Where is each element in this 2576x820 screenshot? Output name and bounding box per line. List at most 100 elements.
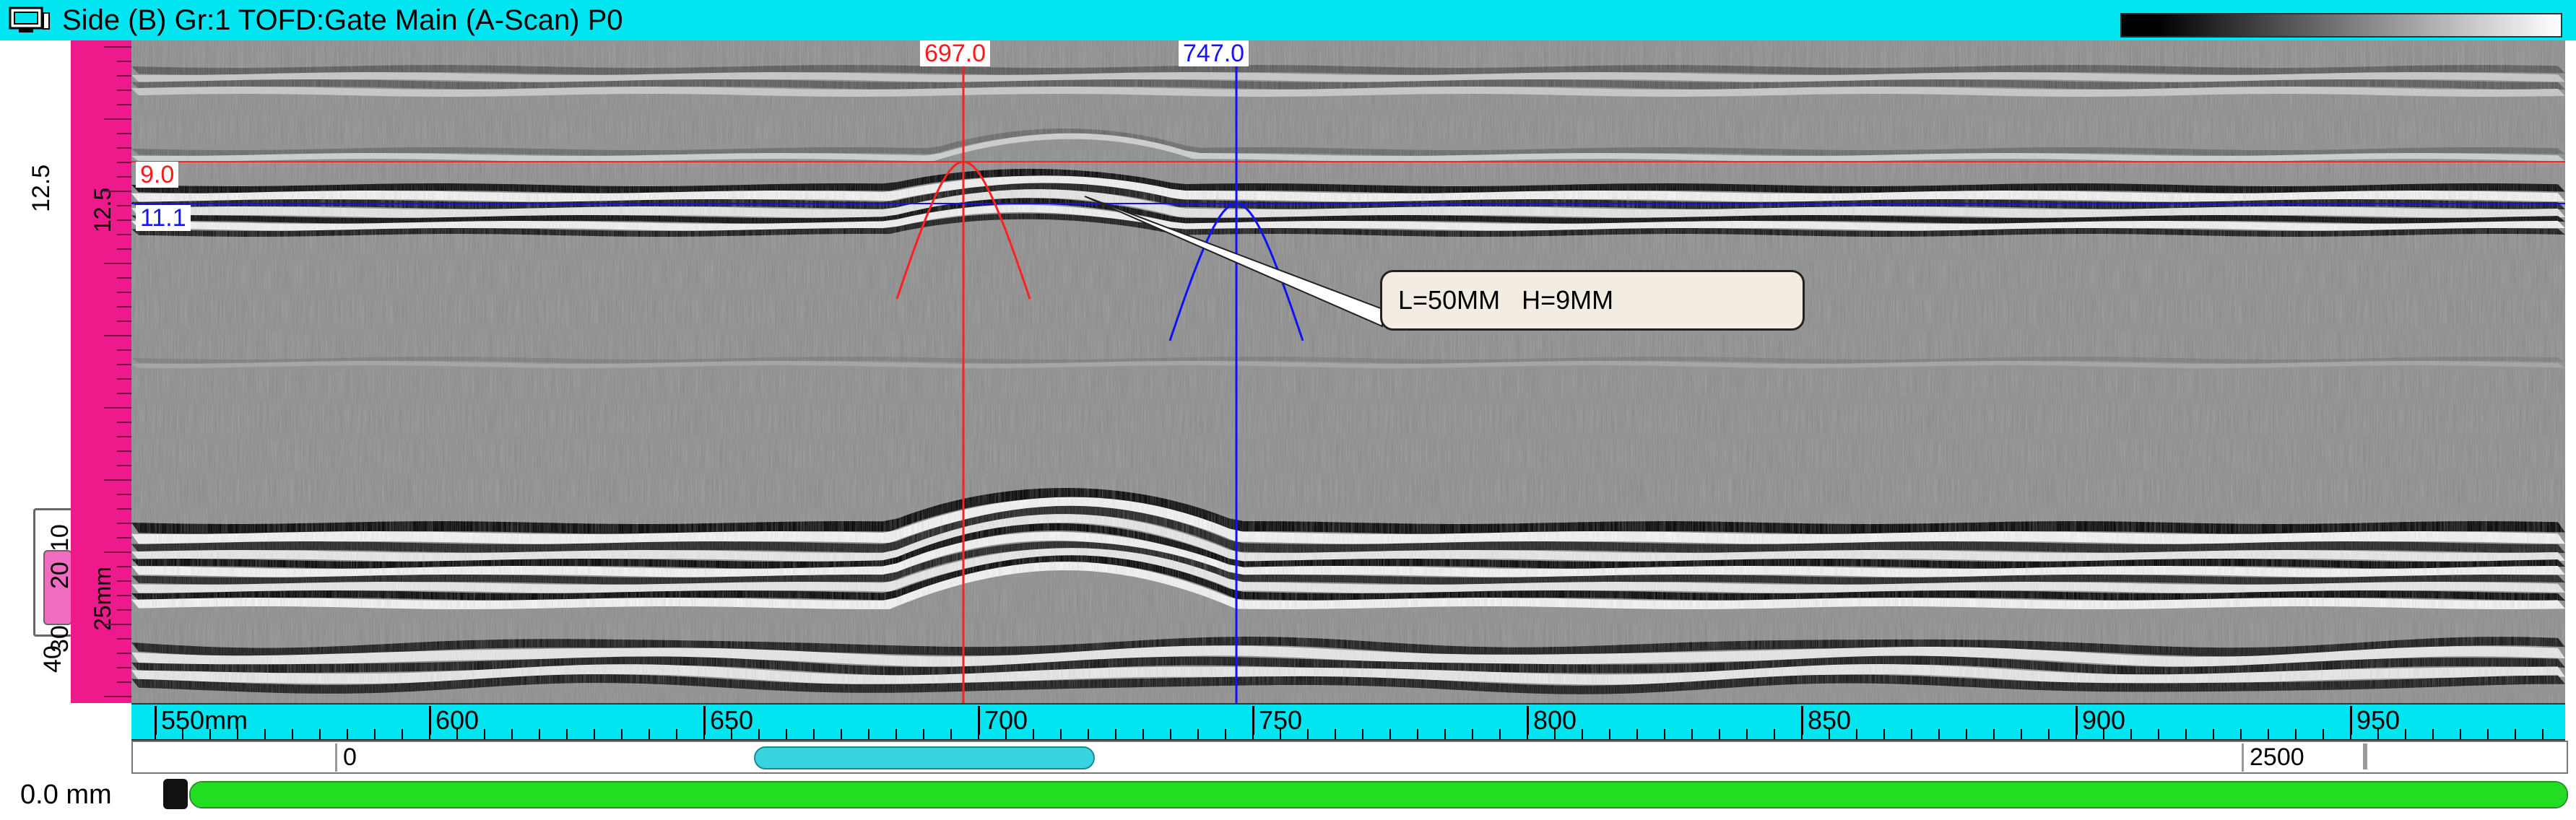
depth-tick	[117, 667, 131, 668]
scan-axis-ruler[interactable]: 550mm 600 650 700 750 800 850 900 950	[131, 703, 2565, 741]
scan-axis-tick	[923, 729, 924, 739]
scan-axis-tick	[1472, 729, 1473, 739]
scan-axis-tick	[402, 729, 403, 739]
depth-tick	[117, 364, 131, 365]
scan-axis-tick	[2405, 729, 2406, 739]
scan-axis-tick	[594, 729, 595, 739]
scan-axis-tick	[264, 729, 266, 739]
depth-tick	[117, 508, 131, 510]
scan-axis-label: 800	[1527, 706, 1577, 735]
scan-axis-tick	[347, 729, 348, 739]
scan-axis-tick	[1335, 729, 1336, 739]
scan-axis-tick	[1691, 729, 1693, 739]
depth-tick	[117, 306, 131, 308]
scan-axis-tick	[511, 729, 513, 739]
scan-axis-label: 750	[1252, 706, 1302, 735]
scan-axis-tick	[2515, 729, 2516, 739]
depth-tick	[117, 205, 131, 206]
scroll-thumb[interactable]	[754, 746, 1095, 769]
scan-progress-bar[interactable]	[189, 781, 2568, 808]
depth-tick	[104, 551, 131, 553]
scan-axis-label: 850	[1801, 706, 1851, 735]
depth-tick	[117, 349, 131, 351]
measurement-label[interactable]: L=50MM H=9MM	[1380, 270, 1805, 331]
depth-tick	[104, 118, 131, 120]
depth-tick	[104, 479, 131, 481]
depth-tick	[117, 537, 131, 538]
scan-axis-tick	[2240, 729, 2242, 739]
scan-axis-tick	[2048, 729, 2050, 739]
scan-axis-tick	[841, 729, 842, 739]
monitor-icon[interactable]	[7, 6, 52, 35]
scan-axis-tick	[649, 729, 650, 739]
depth-tick	[117, 653, 131, 654]
scan-axis-tick	[2130, 729, 2132, 739]
depth-tick	[117, 494, 131, 495]
scan-axis-tick	[2185, 729, 2187, 739]
depth-ruler-secondary: 12.5 10 20 30 40	[14, 40, 85, 703]
scan-axis-tick	[2542, 729, 2544, 739]
scan-axis-tick	[1499, 729, 1501, 739]
scan-axis-tick	[1993, 729, 1995, 739]
scan-axis-tick	[1444, 729, 1446, 739]
scroll-end-marker	[2363, 743, 2367, 769]
depth-ruler[interactable]: 12.5 25mm	[71, 40, 133, 703]
scan-axis-tick	[1225, 729, 1226, 739]
position-readout: 0.0 mm	[20, 780, 112, 810]
depth-tick	[117, 162, 131, 163]
scan-axis-tick	[621, 729, 623, 739]
depth-tick	[117, 580, 131, 582]
depth-tick	[117, 133, 131, 134]
slider-handle[interactable]	[163, 779, 188, 809]
scan-axis-label: 900	[2076, 706, 2125, 735]
title-bar: Side (B) Gr:1 TOFD:Gate Main (A-Scan) P0	[0, 0, 2576, 40]
scan-axis-label: 550mm	[155, 706, 248, 735]
scan-axis-tick	[566, 729, 568, 739]
window-title: Side (B) Gr:1 TOFD:Gate Main (A-Scan) P0	[62, 4, 623, 36]
scan-axis-tick	[1417, 729, 1418, 739]
scan-axis-tick	[2268, 729, 2269, 739]
scan-axis-label: 700	[978, 706, 1028, 735]
scan-axis-tick	[2295, 729, 2297, 739]
depth-tick	[117, 90, 131, 91]
depth-tick	[117, 436, 131, 437]
scan-axis-tick	[1883, 729, 1885, 739]
scan-axis-tick	[292, 729, 293, 739]
scan-axis-label: 950	[2350, 706, 2400, 735]
depth-tick	[104, 624, 131, 625]
scan-axis-tick	[1197, 729, 1199, 739]
depth-tick	[117, 248, 131, 250]
tofd-bscan-view[interactable]: 697.0 747.0 9.0 11.1	[131, 40, 2565, 703]
scan-axis-tick	[786, 729, 787, 739]
depth-tick	[117, 681, 131, 683]
scan-axis-tick	[484, 729, 485, 739]
depth-tick	[117, 566, 131, 567]
scan-axis-tick	[2432, 729, 2434, 739]
scan-axis-tick	[1938, 729, 1940, 739]
reference-cursor-position: 697.0	[920, 40, 991, 66]
color-palette[interactable]	[2120, 13, 2562, 38]
scan-axis-tick	[1746, 729, 1748, 739]
depth-ruler-label: 25mm	[90, 567, 116, 631]
scan-axis-tick	[1307, 729, 1309, 739]
bscan-image[interactable]	[131, 40, 2565, 703]
depth-tick	[104, 263, 131, 264]
scan-axis-tick	[2021, 729, 2022, 739]
depth-label: 40	[39, 645, 66, 673]
depth-tick	[117, 450, 131, 452]
depth-tick	[117, 422, 131, 423]
scan-axis-tick	[539, 729, 540, 739]
measure-cursor-depth: 11.1	[136, 205, 191, 231]
scan-axis-tick	[2323, 729, 2324, 739]
horizontal-scrollbar[interactable]: 0 2500	[131, 741, 2568, 774]
depth-tick	[117, 595, 131, 596]
scan-axis-tick	[1636, 729, 1638, 739]
scan-axis-tick	[1142, 729, 1144, 739]
depth-tick	[117, 277, 131, 279]
scroll-end-label: 2500	[2242, 743, 2304, 772]
depth-tick	[117, 234, 131, 235]
depth-tick	[104, 191, 131, 192]
depth-ruler-label: 12.5	[90, 187, 116, 232]
scan-progress-fill	[191, 782, 2567, 807]
depth-tick	[104, 46, 131, 48]
